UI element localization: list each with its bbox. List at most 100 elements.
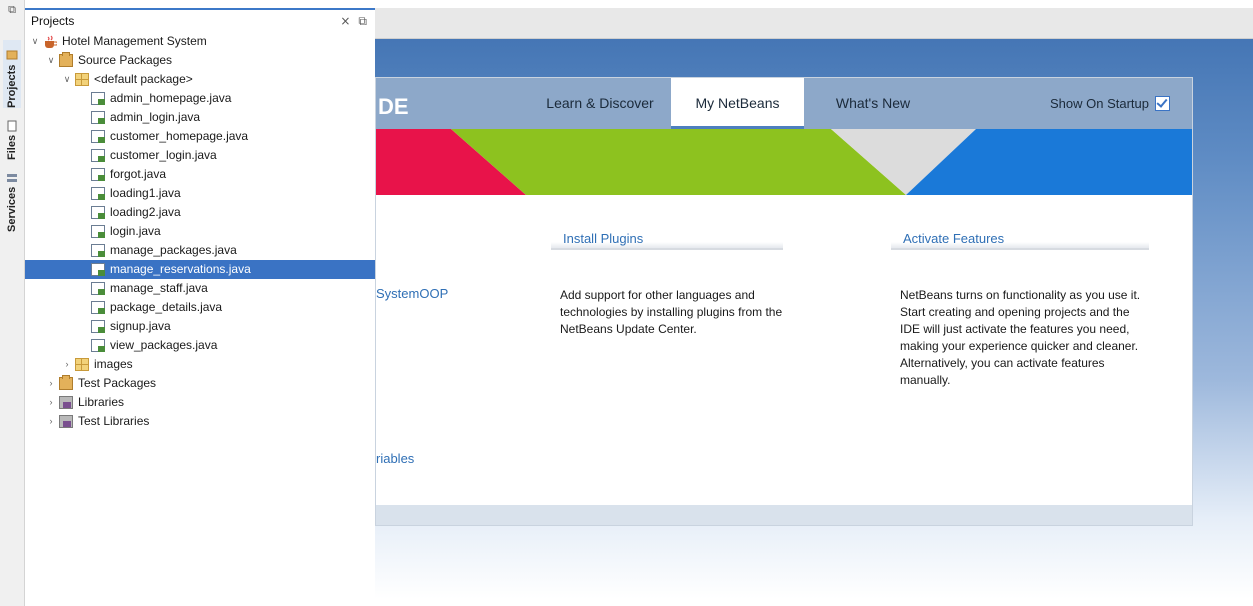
test-folder-icon: [59, 375, 73, 390]
side-tab-files[interactable]: Files: [3, 114, 21, 160]
chevron-down-icon[interactable]: ∨: [61, 70, 73, 89]
java-file-icon: [91, 320, 105, 333]
tree-label-file: customer_login.java: [110, 148, 217, 162]
projects-panel: Projects × ⧉ ∨ Hotel Management System ∨…: [25, 8, 376, 606]
tree-label-libraries: Libraries: [78, 395, 125, 409]
side-tab-files-label: Files: [6, 134, 18, 160]
package-icon: [75, 73, 89, 86]
tree-node-file[interactable]: manage_packages.java: [25, 241, 375, 260]
java-file-icon: [91, 301, 105, 314]
project-tree: ∨ Hotel Management System ∨ Source Packa…: [25, 32, 375, 431]
chevron-down-icon[interactable]: ∨: [29, 32, 41, 51]
tree-node-file[interactable]: login.java: [25, 222, 375, 241]
java-file-icon: [91, 111, 105, 124]
tab-my-netbeans[interactable]: My NetBeans: [671, 78, 804, 129]
show-on-startup[interactable]: Show On Startup: [1050, 78, 1170, 129]
java-file-icon: [91, 149, 105, 162]
tree-node-default-package[interactable]: ∨ <default package>: [25, 70, 375, 89]
tree-label-file: customer_homepage.java: [110, 129, 249, 143]
tree-label-file: signup.java: [110, 319, 171, 333]
banner-green: [451, 129, 906, 195]
tree-node-libraries[interactable]: › Libraries: [25, 393, 375, 412]
tree-node-file[interactable]: loading2.java: [25, 203, 375, 222]
library-icon: [59, 415, 73, 428]
recent-project-link[interactable]: SystemOOP: [376, 286, 448, 301]
tree-node-test-libraries[interactable]: › Test Libraries: [25, 412, 375, 431]
chevron-right-icon[interactable]: ›: [45, 393, 57, 412]
tree-node-file[interactable]: signup.java: [25, 317, 375, 336]
tree-label-file: admin_login.java: [110, 110, 201, 124]
tree-label-test-libraries: Test Libraries: [78, 414, 150, 428]
close-panel-icon[interactable]: ×: [340, 14, 350, 29]
tree-label-file: loading2.java: [110, 205, 181, 219]
tree-label-file: loading1.java: [110, 186, 181, 200]
tree-node-file[interactable]: loading1.java: [25, 184, 375, 203]
chevron-right-icon[interactable]: ›: [45, 412, 57, 431]
tree-node-file[interactable]: view_packages.java: [25, 336, 375, 355]
tree-node-file[interactable]: manage_reservations.java: [25, 260, 375, 279]
java-file-icon: [91, 168, 105, 181]
start-page: DE Learn & Discover My NetBeans What's N…: [375, 39, 1253, 606]
restore-panel-icon[interactable]: ⧉: [358, 14, 367, 29]
package-icon: [75, 358, 89, 371]
side-tab-services-label: Services: [6, 186, 18, 232]
tree-label-source-packages: Source Packages: [78, 53, 173, 67]
tree-node-file[interactable]: admin_homepage.java: [25, 89, 375, 108]
chevron-right-icon[interactable]: ›: [61, 355, 73, 374]
tree-label-project: Hotel Management System: [62, 34, 207, 48]
side-tab-projects[interactable]: Projects: [3, 40, 21, 108]
java-file-icon: [91, 282, 105, 295]
tab-whats-new[interactable]: What's New: [808, 78, 938, 129]
install-plugins-text: Add support for other languages and tech…: [560, 288, 783, 336]
card-footer: [376, 505, 1192, 525]
tree-label-default-package: <default package>: [94, 72, 193, 86]
side-tab-projects-label: Projects: [6, 64, 18, 108]
tree-node-file[interactable]: admin_login.java: [25, 108, 375, 127]
source-folder-icon: [59, 52, 73, 67]
projects-panel-header: Projects × ⧉: [25, 8, 375, 32]
tree-label-file: admin_homepage.java: [110, 91, 232, 105]
chevron-down-icon[interactable]: ∨: [45, 51, 57, 70]
tree-node-file[interactable]: customer_login.java: [25, 146, 375, 165]
tree-label-file: manage_reservations.java: [110, 262, 251, 276]
activate-features-text: NetBeans turns on functionality as you u…: [900, 288, 1141, 387]
coffee-cup-icon: [45, 35, 57, 48]
editor-tab-strip: [375, 8, 1253, 39]
tree-label-file: view_packages.java: [110, 338, 218, 352]
tree-node-file[interactable]: forgot.java: [25, 165, 375, 184]
activate-features-heading[interactable]: Activate Features: [891, 228, 1149, 250]
start-page-card: DE Learn & Discover My NetBeans What's N…: [375, 77, 1193, 526]
side-tab-services[interactable]: Services: [3, 166, 21, 232]
variables-link[interactable]: riables: [376, 451, 414, 466]
tree-label-file: login.java: [110, 224, 161, 238]
tree-node-file[interactable]: package_details.java: [25, 298, 375, 317]
tree-node-project[interactable]: ∨ Hotel Management System: [25, 32, 375, 51]
tree-label-file: forgot.java: [110, 167, 167, 181]
java-file-icon: [91, 92, 105, 105]
tree-node-test-packages[interactable]: › Test Packages: [25, 374, 375, 393]
tree-node-file[interactable]: manage_staff.java: [25, 279, 375, 298]
tree-node-images[interactable]: › images: [25, 355, 375, 374]
tree-node-file[interactable]: customer_homepage.java: [25, 127, 375, 146]
show-on-startup-label: Show On Startup: [1050, 96, 1149, 111]
tree-label-images: images: [94, 357, 133, 371]
banner-graphic: [376, 129, 1192, 195]
install-plugins-heading[interactable]: Install Plugins: [551, 228, 783, 250]
show-on-startup-checkbox[interactable]: [1155, 96, 1170, 111]
java-file-icon: [91, 244, 105, 257]
projects-icon: [6, 50, 18, 60]
projects-panel-title: Projects: [31, 14, 75, 28]
tree-label-test-packages: Test Packages: [78, 376, 157, 390]
tree-node-source-packages[interactable]: ∨ Source Packages: [25, 51, 375, 70]
start-page-nav: DE Learn & Discover My NetBeans What's N…: [376, 78, 1192, 129]
chevron-right-icon[interactable]: ›: [45, 374, 57, 393]
tab-learn-discover[interactable]: Learn & Discover: [535, 78, 665, 129]
ide-logo-text: DE: [378, 94, 409, 119]
tree-label-file: manage_staff.java: [110, 281, 208, 295]
services-icon: [7, 173, 17, 182]
tree-label-file: manage_packages.java: [110, 243, 237, 257]
restore-window-icon[interactable]: ⧉: [6, 4, 18, 16]
java-file-icon: [91, 263, 105, 276]
tree-label-file: package_details.java: [110, 300, 223, 314]
java-file-icon: [91, 187, 105, 200]
